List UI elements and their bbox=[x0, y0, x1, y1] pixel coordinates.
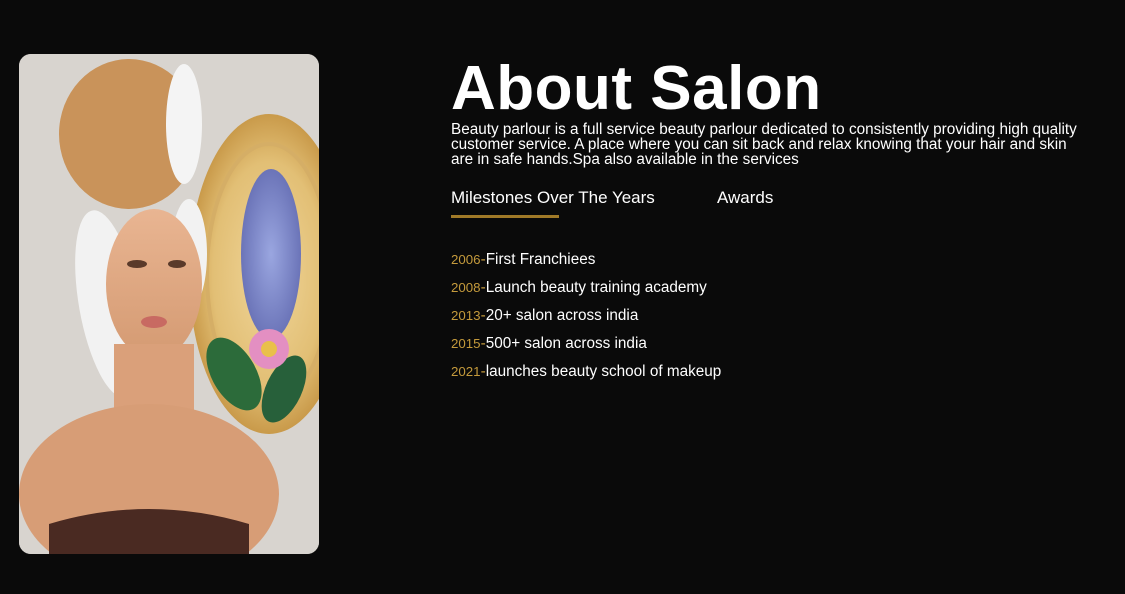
milestone-text: launches beauty school of makeup bbox=[485, 363, 722, 381]
tab-awards[interactable]: Awards bbox=[717, 188, 773, 208]
milestone-year: 2008 bbox=[451, 280, 481, 296]
milestone-text: 20+ salon across india bbox=[485, 307, 639, 325]
milestone-year: 2013 bbox=[451, 308, 481, 324]
about-content: About Salon Beauty parlour is a full ser… bbox=[451, 54, 1101, 386]
salon-spa-image bbox=[19, 54, 319, 554]
page-title: About Salon bbox=[451, 54, 822, 123]
list-item: 2015-500+ salon across india bbox=[451, 330, 1101, 358]
milestone-text: First Franchiees bbox=[485, 251, 596, 269]
list-item: 2008-Launch beauty training academy bbox=[451, 274, 1101, 302]
milestone-text: Launch beauty training academy bbox=[485, 279, 707, 297]
about-description: Beauty parlour is a full service beauty … bbox=[451, 121, 1077, 168]
list-item: 2013-20+ salon across india bbox=[451, 302, 1101, 330]
milestone-text: 500+ salon across india bbox=[485, 335, 647, 353]
milestone-year: 2006 bbox=[451, 252, 481, 268]
tab-bar: Milestones Over The Years Awards bbox=[451, 188, 1101, 219]
list-item: 2006-First Franchiees bbox=[451, 246, 1101, 274]
active-tab-indicator bbox=[451, 215, 559, 219]
about-salon-section: About Salon Beauty parlour is a full ser… bbox=[0, 0, 1125, 594]
milestone-year: 2015 bbox=[451, 336, 481, 352]
milestones-list: 2006-First Franchiees 2008-Launch beauty… bbox=[451, 246, 1101, 386]
list-item: 2021-launches beauty school of makeup bbox=[451, 358, 1101, 386]
tab-milestones[interactable]: Milestones Over The Years bbox=[451, 188, 655, 208]
milestone-year: 2021 bbox=[451, 364, 481, 380]
